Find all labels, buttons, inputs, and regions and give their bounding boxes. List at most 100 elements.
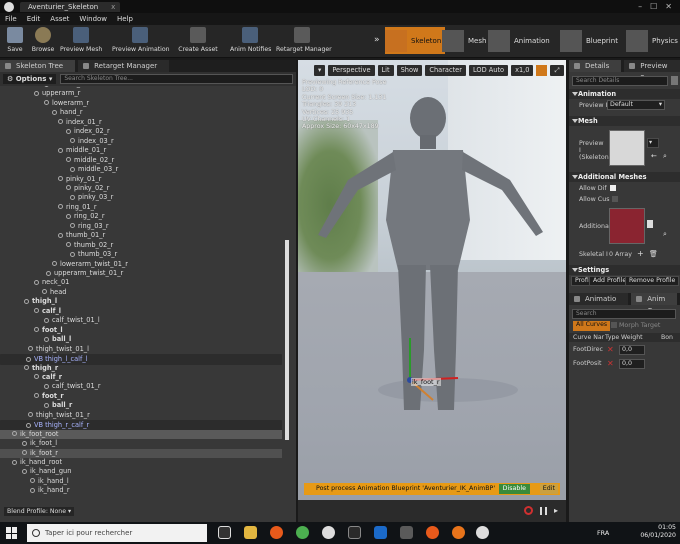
curve-weight-input[interactable]: 0,0 — [619, 359, 645, 369]
allow-diff-checkbox[interactable] — [609, 185, 616, 191]
list-item[interactable]: middle_02_r — [0, 156, 282, 166]
tree-scrollbar[interactable] — [285, 240, 289, 440]
app-icon[interactable] — [270, 526, 283, 539]
skeleton-search-input[interactable]: Search Skeleton Tree... — [60, 74, 293, 84]
lit-button[interactable]: Lit — [377, 64, 394, 76]
curve-search-input[interactable]: Search — [572, 309, 676, 319]
mode-physics[interactable]: Physics — [626, 27, 680, 54]
list-item[interactable]: thumb_03_r — [0, 250, 282, 260]
retarget-manager-button[interactable]: Retarget Manager — [276, 27, 332, 53]
preview-animation-button[interactable]: Preview Animation — [112, 27, 170, 53]
show-button[interactable]: Show — [396, 64, 423, 76]
character-button[interactable]: Character — [425, 64, 466, 76]
list-item[interactable]: ik_foot_l — [0, 439, 282, 449]
tab-animation-notifies[interactable]: Animatio — [569, 293, 629, 305]
firefox-icon[interactable] — [452, 526, 465, 539]
app-icon[interactable] — [322, 526, 335, 539]
options-button[interactable]: ⚙ Options ▾ — [3, 74, 57, 84]
list-item[interactable]: thigh_twist_01_r — [0, 411, 282, 421]
list-item[interactable]: ik_foot_r — [0, 448, 282, 459]
app-icon[interactable] — [348, 526, 361, 539]
menu-asset[interactable]: Asset — [45, 15, 74, 23]
view-options-icon[interactable] — [671, 76, 678, 85]
list-item[interactable]: lowerarm_twist_01_r — [0, 260, 282, 270]
list-item[interactable]: ik_hand_l — [0, 477, 282, 487]
morph-target-checkbox[interactable] — [611, 322, 617, 328]
tab-skeleton-tree[interactable]: Skeleton Tree — [0, 60, 76, 72]
save-button[interactable]: Save — [4, 27, 26, 53]
list-item[interactable]: calf_twist_01_l — [0, 316, 282, 326]
clear-array-icon[interactable]: 🗑 — [649, 250, 658, 258]
viewport[interactable]: ▾ Perspective Lit Show Character LOD Aut… — [298, 60, 566, 522]
additional-mesh-thumbnail[interactable] — [609, 208, 645, 244]
list-item[interactable]: upperarm_r — [0, 89, 282, 99]
additional-search-icon[interactable]: ⌕ — [663, 230, 667, 239]
menu-edit[interactable]: Edit — [22, 15, 46, 23]
clock[interactable]: 01:05 06/01/2020 — [640, 524, 676, 540]
remove-profile-button[interactable]: Remove Profile — [625, 276, 680, 286]
list-item[interactable]: calf_l — [0, 307, 282, 317]
add-element-icon[interactable]: + — [637, 249, 644, 258]
maximize-icon[interactable]: ☐ — [650, 2, 657, 11]
section-additional-meshes[interactable]: Additional Meshes — [569, 172, 680, 182]
tab-anim-curves[interactable]: Anim Cur — [631, 293, 678, 315]
list-item[interactable]: index_03_r — [0, 137, 282, 147]
document-tab[interactable]: Aventurier_Skeleton x — [20, 1, 121, 12]
tab-details[interactable]: Details — [569, 60, 622, 72]
morph-target-toggle[interactable]: Morph Target — [611, 322, 660, 329]
transform-mode-icon[interactable] — [536, 64, 548, 76]
window-close-icon[interactable]: ✕ — [665, 2, 672, 11]
list-item[interactable]: ik_hand_root — [0, 458, 282, 468]
windows-start-icon[interactable] — [6, 527, 18, 539]
list-item[interactable]: neck_01 — [0, 278, 282, 288]
create-asset-button[interactable]: Create Asset — [178, 27, 218, 53]
minimize-icon[interactable]: – — [638, 2, 642, 11]
list-item[interactable]: ball_r — [0, 401, 282, 411]
list-item[interactable]: ring_02_r — [0, 212, 282, 222]
preview-mesh-button[interactable]: Preview Mesh — [60, 27, 102, 53]
mode-mesh[interactable]: Mesh — [442, 27, 490, 54]
list-item[interactable]: calf_twist_01_r — [0, 382, 282, 392]
unreal-engine-icon[interactable] — [476, 526, 489, 539]
preview-controller-dropdown[interactable]: Default ▾ — [607, 100, 665, 110]
list-item[interactable]: middle_03_r — [0, 165, 282, 175]
tab-preview-settings[interactable]: Preview S — [624, 60, 680, 82]
list-item[interactable]: ik_hand_r — [0, 486, 282, 496]
tab-retarget-manager[interactable]: Retarget Manager — [78, 60, 170, 72]
list-item[interactable]: thumb_02_r — [0, 241, 282, 251]
list-item[interactable]: ik_foot_root — [0, 429, 282, 440]
step-forward-icon[interactable]: ▸ — [554, 506, 558, 515]
table-row[interactable]: FootDirec ✕ 0,0 — [569, 344, 680, 356]
list-item[interactable]: index_02_r — [0, 127, 282, 137]
app-icon[interactable] — [426, 526, 439, 539]
mode-animation[interactable]: Animation — [488, 27, 554, 54]
list-item[interactable]: foot_l — [0, 326, 282, 336]
close-tab-icon[interactable]: x — [111, 3, 115, 11]
chrome-icon[interactable] — [296, 526, 309, 539]
back-arrow-icon[interactable]: ← — [651, 152, 657, 160]
file-explorer-icon[interactable] — [244, 526, 257, 539]
list-item[interactable]: thigh_twist_01_l — [0, 345, 282, 355]
list-item[interactable]: lowerarm_r — [0, 99, 282, 109]
list-item[interactable]: upperarm_twist_01_r — [0, 269, 282, 279]
list-item[interactable]: pinky_03_r — [0, 193, 282, 203]
playback-speed-button[interactable]: x1,0 — [511, 64, 534, 76]
viewport-options-button[interactable]: ▾ — [314, 64, 326, 76]
all-curves-toggle[interactable]: All Curves — [573, 321, 611, 331]
list-item[interactable]: head — [0, 288, 282, 298]
lod-button[interactable]: LOD Auto — [468, 64, 509, 76]
details-search-input[interactable]: Search Details — [572, 76, 668, 86]
browse-button[interactable]: Browse — [30, 27, 56, 53]
mode-skeleton[interactable]: Skeleton — [385, 27, 446, 54]
perspective-button[interactable]: Perspective — [328, 64, 375, 76]
list-item[interactable]: index_01_r — [0, 118, 282, 128]
col-weight[interactable]: Weight — [621, 333, 643, 342]
app-icon[interactable] — [374, 526, 387, 539]
section-mesh[interactable]: Mesh — [569, 116, 680, 126]
list-item[interactable]: hand_r — [0, 108, 282, 118]
list-item[interactable]: thigh_l — [0, 297, 282, 307]
taskbar-search-input[interactable]: Taper ici pour rechercher — [27, 524, 207, 542]
col-bone[interactable]: Bon — [661, 333, 673, 342]
table-row[interactable]: FootPosit ✕ 0,0 — [569, 358, 680, 370]
col-curve-name[interactable]: Curve Nar — [573, 333, 604, 342]
